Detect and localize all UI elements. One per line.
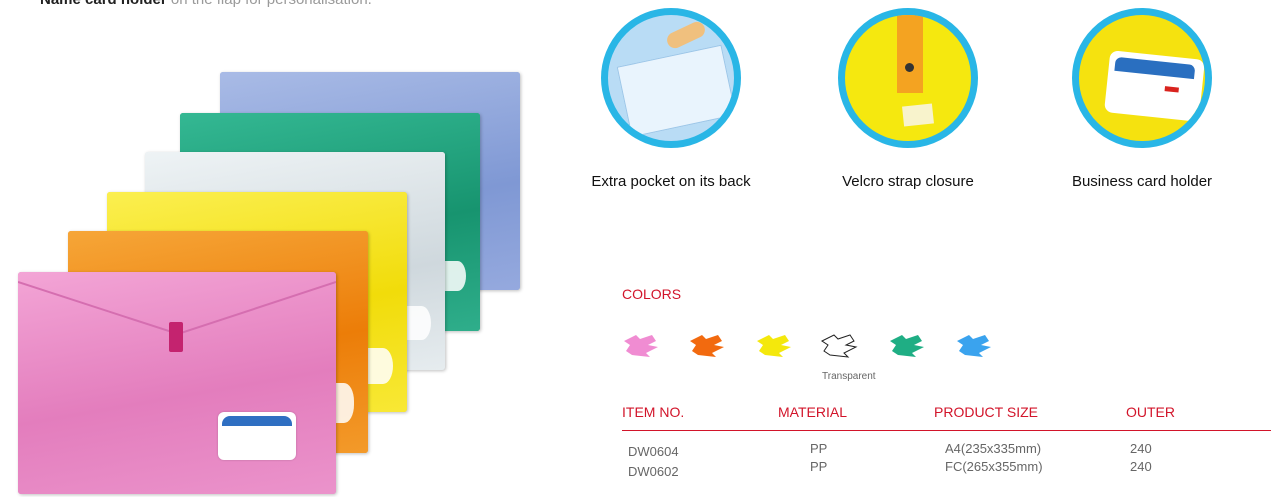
feature-extra-pocket: Extra pocket on its back bbox=[591, 8, 751, 192]
row2-material: PP bbox=[810, 459, 828, 474]
row2-size: FC(265x355mm) bbox=[945, 459, 1043, 474]
row2-outer: 240 bbox=[1130, 459, 1152, 474]
velcro-image bbox=[838, 8, 978, 148]
pink-folder-flap-lines bbox=[18, 281, 336, 336]
product-photo bbox=[0, 0, 560, 497]
transparent-label: Transparent bbox=[822, 371, 876, 382]
row2-item-no: DW0602 bbox=[628, 464, 679, 479]
color-swatch-yellow bbox=[757, 335, 791, 357]
color-swatch-transparent bbox=[821, 334, 858, 358]
feature-card-holder: Business card holder bbox=[1062, 8, 1222, 192]
extra-pocket-image bbox=[601, 8, 741, 148]
colors-heading: COLORS bbox=[622, 286, 682, 302]
feature-caption: Velcro strap closure bbox=[842, 173, 974, 190]
color-swatch-orange bbox=[690, 335, 724, 357]
row1-size: A4(235x335mm) bbox=[945, 441, 1042, 456]
feature-caption: Extra pocket on its back bbox=[591, 173, 751, 190]
color-swatch-pink bbox=[624, 335, 658, 357]
velcro-strap bbox=[169, 322, 183, 352]
color-swatch-blue bbox=[957, 335, 991, 357]
card-holder-image bbox=[1072, 8, 1212, 148]
header-material: MATERIAL bbox=[778, 404, 847, 420]
row1-item-no: DW0604 bbox=[628, 444, 679, 459]
header-rule bbox=[622, 430, 1271, 431]
header-item-no: ITEM NO. bbox=[622, 404, 685, 420]
row1-outer: 240 bbox=[1130, 441, 1152, 456]
color-swatch-green bbox=[890, 335, 924, 357]
feature-caption: Business card holder bbox=[1071, 173, 1213, 190]
header-outer: OUTER bbox=[1126, 404, 1175, 420]
header-product-size: PRODUCT SIZE bbox=[934, 404, 1038, 420]
name-card bbox=[218, 412, 296, 460]
feature-velcro: Velcro strap closure bbox=[828, 8, 988, 192]
row1-material: PP bbox=[810, 441, 828, 456]
folder-pink bbox=[18, 272, 336, 494]
